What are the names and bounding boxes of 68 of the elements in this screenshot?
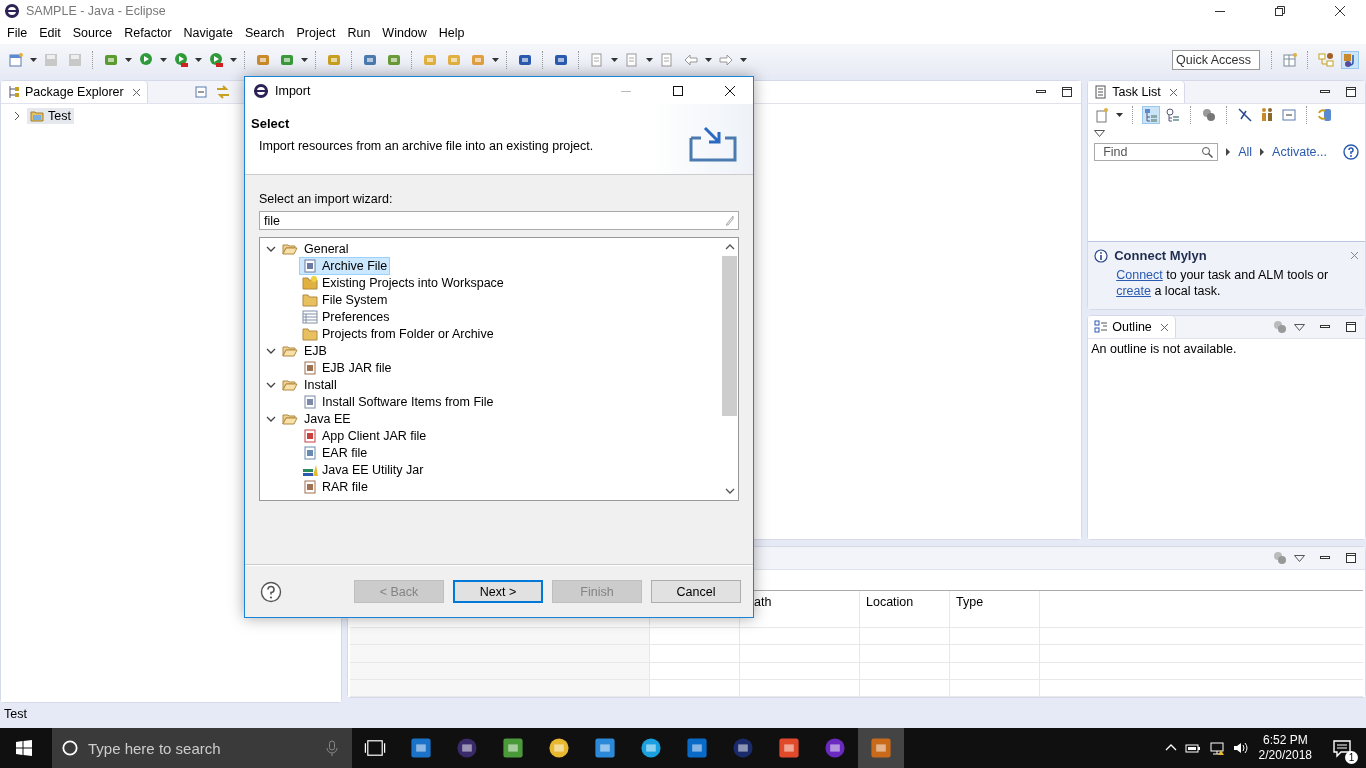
item-label: Archive File <box>322 258 388 273</box>
wizard-item[interactable]: App Client JAR file <box>300 427 429 444</box>
project-label: Test <box>48 109 71 123</box>
wizard-item[interactable]: Install Software Items from File <box>300 393 496 410</box>
card-title: Connect Mylyn <box>1114 248 1207 263</box>
category-item[interactable]: Java EE <box>304 411 351 426</box>
text-link[interactable]: Connect <box>1116 268 1163 282</box>
wizard-item[interactable]: RAR file <box>300 478 370 495</box>
menu-item[interactable]: Navigate <box>177 26 239 40</box>
quick-access-field[interactable]: Quick Access <box>1172 50 1260 70</box>
menu-item[interactable]: Project <box>290 26 342 40</box>
column-header[interactable]: Location <box>860 591 950 628</box>
menu-item[interactable]: Source <box>66 26 119 40</box>
field-label: Select an import wizard: <box>259 192 394 206</box>
dialog-title: Import <box>275 83 311 98</box>
tab-label: Task List <box>1112 85 1161 99</box>
item-label: App Client JAR file <box>322 428 427 443</box>
wizard-item[interactable]: File System <box>300 291 390 308</box>
tree-item[interactable]: Test <box>27 108 74 124</box>
item-label: Preferences <box>322 309 390 324</box>
column-header[interactable]: Type <box>950 591 1040 628</box>
wizard-item[interactable]: EAR file <box>300 444 370 461</box>
category-item[interactable]: General <box>304 241 349 256</box>
window-title: SAMPLE - Java - Eclipse <box>26 4 166 18</box>
tab-label: Outline <box>1112 320 1152 334</box>
tab-label: Package Explorer <box>25 85 124 99</box>
wizard-item[interactable]: Projects from Folder or Archive <box>300 325 496 342</box>
item-label: File System <box>322 292 388 307</box>
category-item[interactable]: EJB <box>304 343 327 358</box>
item-label: Install Software Items from File <box>322 394 494 409</box>
clock-time[interactable]: 6:52 PM <box>1262 733 1308 748</box>
outline-message: An outline is not available. <box>1090 341 1238 358</box>
page-description: Import resources from an archive file into an existing project. <box>258 139 595 153</box>
page-heading: Select <box>251 116 291 131</box>
menu-item[interactable]: Refactor <box>118 26 178 40</box>
find-field[interactable]: Find <box>1094 143 1219 161</box>
taskbar-search-field[interactable]: Type here to search <box>52 728 352 768</box>
filter-link[interactable]: Activate... <box>1272 145 1327 159</box>
wizard-item[interactable]: Java EE Utility Jar <box>300 461 426 478</box>
item-label: Projects from Folder or Archive <box>322 326 494 341</box>
notification-badge: 1 <box>1345 751 1358 764</box>
item-label: Existing Projects into Workspace <box>322 275 504 290</box>
item-label: EJB JAR file <box>322 360 392 375</box>
card-message: Connect to your task and ALM tools or create a local task. <box>1116 267 1330 299</box>
task-list-tab[interactable]: Task List <box>1088 81 1184 103</box>
menu-item[interactable]: Help <box>432 26 471 40</box>
item-label: EAR file <box>322 445 368 460</box>
dialog-button[interactable]: Next > <box>453 580 543 603</box>
menu-item[interactable]: Search <box>238 26 291 40</box>
menu-item[interactable]: Window <box>376 26 433 40</box>
item-label: RAR file <box>322 479 368 494</box>
filter-link[interactable]: All <box>1238 145 1253 159</box>
category-item[interactable]: Install <box>304 377 337 392</box>
item-label: Java EE Utility Jar <box>322 462 424 477</box>
clock-date[interactable]: 2/20/2018 <box>1258 748 1312 763</box>
text-link[interactable]: create <box>1116 284 1151 298</box>
menu-item[interactable]: Edit <box>33 26 67 40</box>
status-text: Test <box>4 707 27 721</box>
outline-tab[interactable]: Outline <box>1088 316 1175 338</box>
dialog-button[interactable]: Cancel <box>651 580 741 603</box>
wizard-item[interactable]: Archive File <box>300 257 390 274</box>
filter-field[interactable]: file <box>259 211 739 230</box>
wizard-item[interactable]: Preferences <box>300 308 392 325</box>
menu-item[interactable]: File <box>1 26 34 40</box>
wizard-item[interactable]: Existing Projects into Workspace <box>300 274 506 291</box>
package-explorer-tab[interactable]: Package Explorer <box>1 81 147 103</box>
wizard-item[interactable]: EJB JAR file <box>300 359 394 376</box>
menu-item[interactable]: Run <box>341 26 377 40</box>
